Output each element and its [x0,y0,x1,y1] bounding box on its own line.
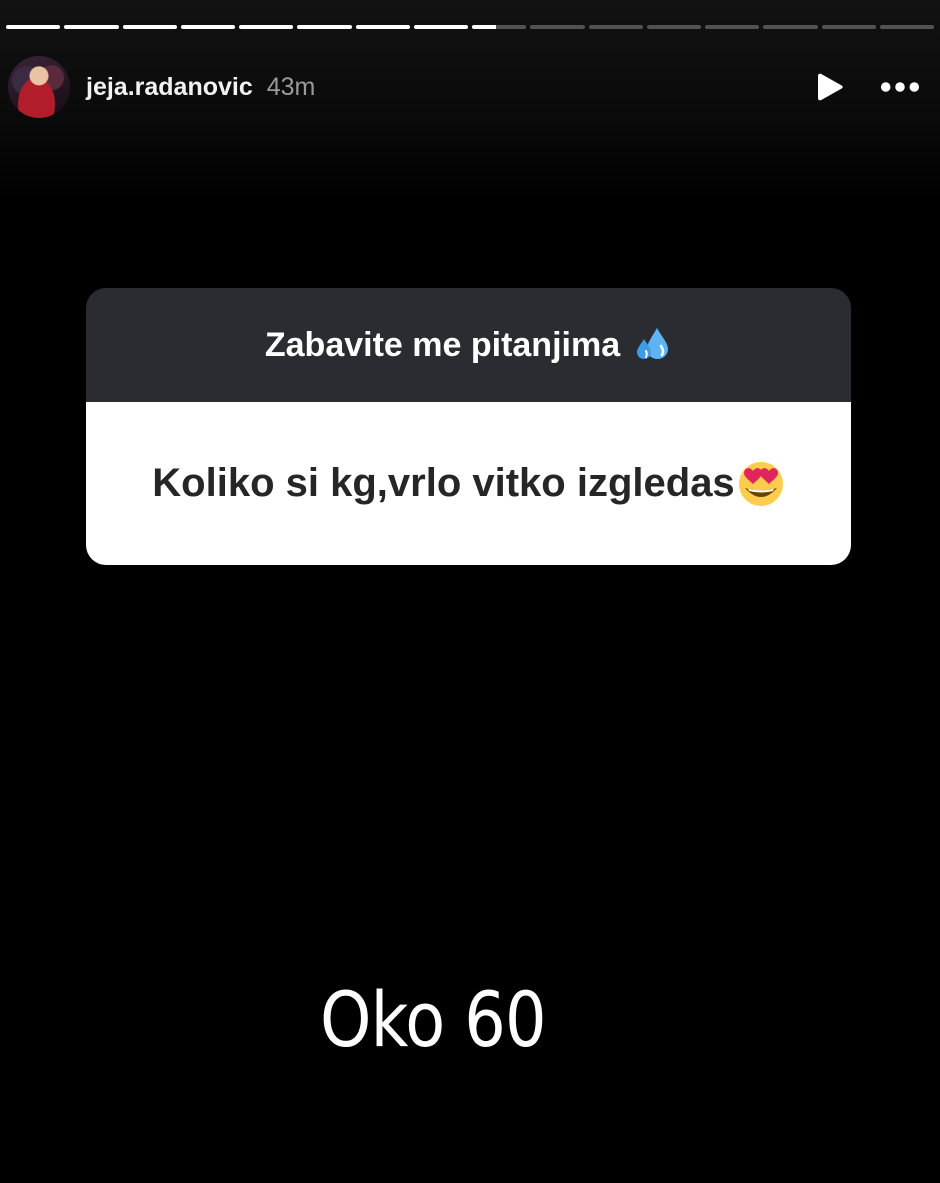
progress-segment [763,25,818,29]
progress-segment [472,25,527,29]
progress-segment [64,25,119,29]
question-sticker-body: Koliko si kg,vrlo vitko izgledas [86,402,851,565]
progress-segment [413,25,468,29]
progress-segment [821,25,876,29]
progress-segment [530,25,585,29]
progress-segment [705,25,760,29]
story-viewer[interactable]: jeja.radanovic 43m Zabavite me pitanjima [0,0,940,1183]
progress-segment-fill [64,25,119,29]
progress-segment [355,25,410,29]
username[interactable]: jeja.radanovic [86,73,253,102]
question-sticker: Zabavite me pitanjima Koliko si kg,vrlo … [86,288,851,565]
play-icon [818,73,843,101]
progress-segment-fill [122,25,177,29]
sweat-droplets-icon [632,325,672,365]
progress-segment-fill [239,25,294,29]
progress-segment [879,25,934,29]
story-header: jeja.radanovic 43m [8,55,920,119]
question-sticker-header: Zabavite me pitanjima [86,288,851,402]
progress-segment [588,25,643,29]
more-horizontal-icon [880,82,920,92]
question-prompt: Zabavite me pitanjima [264,325,621,364]
progress-segment [6,25,61,29]
more-options-button[interactable] [880,67,920,107]
progress-segment-fill [413,25,468,29]
play-button[interactable] [810,67,850,107]
progress-segment [239,25,294,29]
progress-segment-fill [472,25,497,29]
story-progress-bar [6,25,934,29]
progress-segment-fill [297,25,352,29]
profile-avatar[interactable] [8,56,70,118]
heart-eyes-icon [737,460,785,508]
progress-segment-fill [6,25,61,29]
progress-segment [646,25,701,29]
question-text: Koliko si kg,vrlo vitko izgledas [152,461,735,505]
progress-segment [297,25,352,29]
progress-segment-fill [355,25,410,29]
timestamp: 43m [266,72,316,101]
progress-segment-fill [180,25,235,29]
progress-segment [180,25,235,29]
answer-text: Oko 60 [320,975,547,1064]
progress-segment [122,25,177,29]
